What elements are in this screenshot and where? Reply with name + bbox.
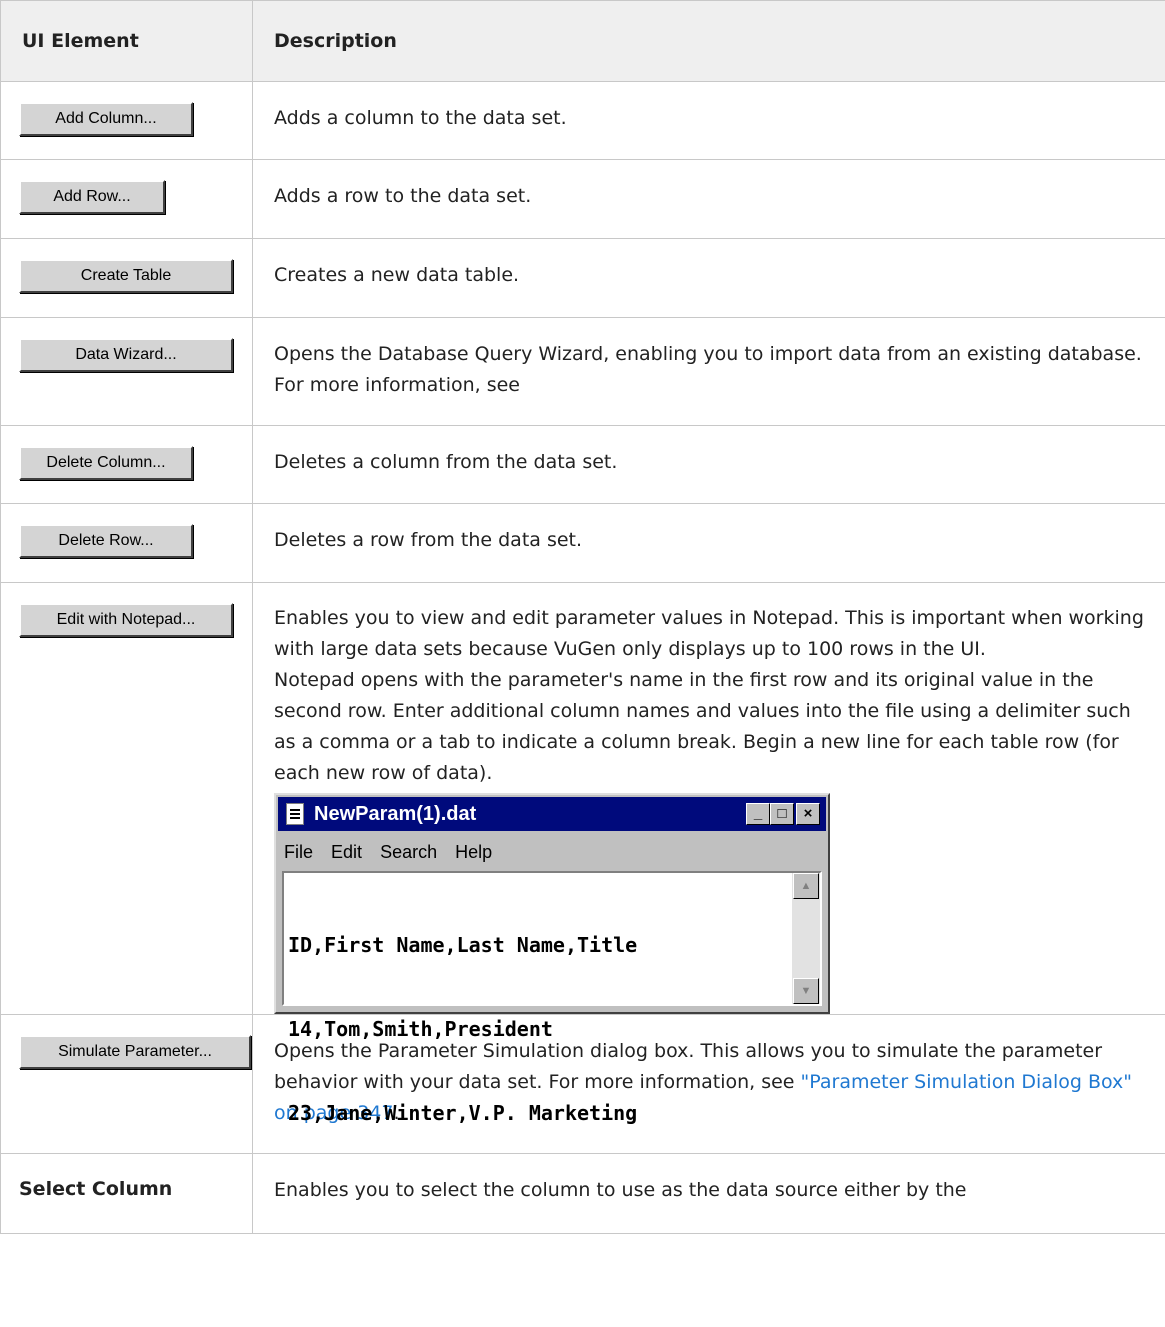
scroll-up-icon: ▲ xyxy=(793,873,819,899)
table-row: Delete Row... Deletes a row from the dat… xyxy=(0,503,1165,583)
description-text: Creates a new data table. xyxy=(274,264,520,286)
notepad-menu-bar: File Edit Search Help xyxy=(284,837,505,868)
description-text: Enables you to view and edit parameter v… xyxy=(274,607,1144,660)
table-header-row: UI Element Description xyxy=(0,0,1165,82)
table-row: Data Wizard... Opens the Database Query … xyxy=(0,317,1165,426)
description-text: Notepad opens with the parameter's name … xyxy=(274,669,1131,784)
table-row: Add Row... Adds a row to the data set. xyxy=(0,159,1165,239)
edit-with-notepad-button[interactable]: Edit with Notepad... xyxy=(19,603,233,637)
table-row: Delete Column... Deletes a column from t… xyxy=(0,425,1165,504)
notepad-title-bar: NewParam(1).dat _ □ × xyxy=(278,797,826,831)
notepad-text-area: ID,First Name,Last Name,Title 14,Tom,Smi… xyxy=(282,871,822,1125)
table-row: Edit with Notepad... Enables you to view… xyxy=(0,582,1165,1125)
data-line: 23,Jane,Winter,V.P. Marketing xyxy=(288,1101,638,1125)
header-ui-element: UI Element xyxy=(0,0,253,82)
data-line: ID,First Name,Last Name,Title xyxy=(288,933,638,957)
ui-element-table: UI Element Description Add Column... Add… xyxy=(0,0,1165,1234)
create-table-button[interactable]: Create Table xyxy=(19,259,233,293)
table-row: Add Column... Adds a column to the data … xyxy=(0,81,1165,160)
description-text: Deletes a column from the data set. xyxy=(274,451,618,473)
add-column-button[interactable]: Add Column... xyxy=(19,102,193,136)
delete-row-button[interactable]: Delete Row... xyxy=(19,524,193,558)
description-text: Deletes a row from the data set. xyxy=(274,529,583,551)
header-description: Description xyxy=(252,0,1165,82)
close-icon: × xyxy=(796,803,820,825)
add-row-button[interactable]: Add Row... xyxy=(19,180,165,214)
menu-file: File xyxy=(284,842,314,862)
notepad-window-image: NewParam(1).dat _ □ × File Edit Search H… xyxy=(274,793,830,1125)
menu-search: Search xyxy=(380,842,438,862)
scroll-down-icon: ▼ xyxy=(793,978,819,1004)
description-text: Adds a row to the data set. xyxy=(274,185,532,207)
description-text: Opens the Database Query Wizard, enablin… xyxy=(274,343,1142,396)
notepad-scrollbar: ▲ ▼ xyxy=(792,873,820,1004)
minimize-icon: _ xyxy=(746,803,770,825)
maximize-icon: □ xyxy=(770,803,794,825)
menu-edit: Edit xyxy=(331,842,363,862)
menu-help: Help xyxy=(455,842,493,862)
delete-column-button[interactable]: Delete Column... xyxy=(19,446,193,480)
data-wizard-button[interactable]: Data Wizard... xyxy=(19,338,233,372)
notepad-icon xyxy=(286,803,304,825)
simulate-parameter-button[interactable]: Simulate Parameter... xyxy=(19,1035,251,1069)
data-line: 14,Tom,Smith,President xyxy=(288,1017,553,1041)
table-row: Create Table Creates a new data table. xyxy=(0,238,1165,318)
select-column-label: Select Column xyxy=(19,1178,173,1200)
notepad-title: NewParam(1).dat xyxy=(314,803,477,825)
description-text: Adds a column to the data set. xyxy=(274,107,567,129)
